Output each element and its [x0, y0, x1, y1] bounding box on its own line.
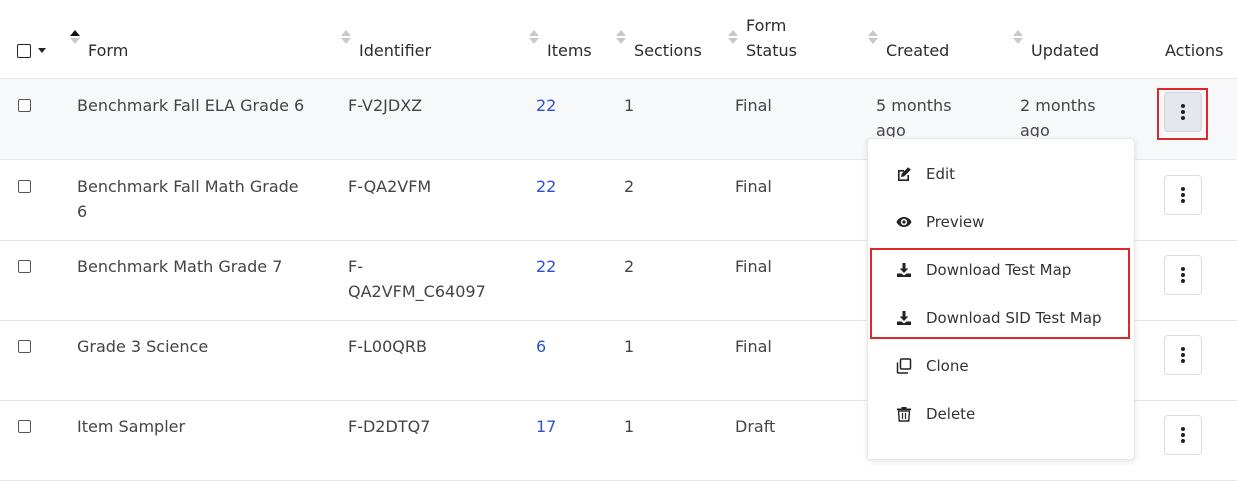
items-count-link[interactable]: 22 — [536, 254, 556, 279]
edit-icon — [898, 167, 911, 181]
updated-date: 2 months ago — [1020, 96, 1096, 137]
row-actions-button[interactable] — [1164, 335, 1202, 375]
row-actions-button[interactable] — [1164, 255, 1202, 295]
column-header-items[interactable]: Items — [547, 38, 592, 63]
select-all-checkbox[interactable] — [17, 44, 31, 58]
row-checkbox[interactable] — [18, 340, 31, 353]
row-checkbox[interactable] — [18, 180, 31, 193]
form-status: Final — [735, 177, 772, 196]
items-count-link[interactable]: 22 — [536, 93, 556, 118]
form-name: Benchmark Fall ELA Grade 6 — [77, 96, 305, 115]
row-actions-button[interactable] — [1164, 415, 1202, 455]
sort-identifier-icon[interactable] — [341, 30, 351, 44]
column-header-identifier[interactable]: Identifier — [359, 38, 431, 63]
row-checkbox[interactable] — [18, 260, 31, 273]
column-header-form[interactable]: Form — [88, 38, 128, 63]
sort-form-icon[interactable] — [70, 30, 80, 44]
items-count-link[interactable]: 17 — [536, 414, 556, 439]
items-count-link[interactable]: 6 — [536, 334, 546, 359]
form-status: Draft — [735, 417, 776, 436]
form-name: Item Sampler — [77, 417, 186, 436]
table-header: Form Identifier Items Sections Form Stat… — [0, 0, 1237, 79]
eye-icon — [896, 217, 912, 227]
copy-icon — [896, 358, 912, 374]
row-checkbox[interactable] — [18, 420, 31, 433]
kebab-icon — [1181, 187, 1185, 203]
sort-created-icon[interactable] — [868, 30, 878, 44]
sections-count: 1 — [624, 417, 635, 436]
kebab-icon — [1181, 347, 1185, 363]
highlight-box-actions — [1157, 88, 1208, 140]
row-checkbox[interactable] — [18, 99, 31, 112]
column-header-actions: Actions — [1165, 41, 1224, 60]
sections-count: 2 — [624, 177, 635, 196]
column-header-form-status[interactable]: Form Status — [746, 13, 797, 63]
column-header-created[interactable]: Created — [886, 38, 949, 63]
form-name: Benchmark Math Grade 7 — [77, 257, 283, 276]
created-date: 5 months ago — [876, 96, 952, 137]
items-count-link[interactable]: 22 — [536, 174, 556, 199]
column-header-updated[interactable]: Updated — [1031, 38, 1099, 63]
sort-form-status-icon[interactable] — [728, 30, 738, 44]
trash-icon — [897, 407, 911, 422]
form-status: Final — [735, 257, 772, 276]
form-status: Final — [735, 96, 772, 115]
kebab-icon — [1181, 267, 1185, 283]
sort-items-icon[interactable] — [529, 30, 539, 44]
form-identifier: F-QA2VFM — [348, 177, 432, 196]
sections-count: 2 — [624, 257, 635, 276]
sections-count: 1 — [624, 337, 635, 356]
highlight-box-download-options — [870, 248, 1130, 339]
form-status: Final — [735, 337, 772, 356]
column-header-sections[interactable]: Sections — [634, 38, 702, 63]
sort-sections-icon[interactable] — [616, 30, 626, 44]
form-identifier: F- QA2VFM_C64097 — [348, 257, 486, 301]
sections-count: 1 — [624, 96, 635, 115]
sort-updated-icon[interactable] — [1013, 30, 1023, 44]
row-actions-button[interactable] — [1164, 175, 1202, 215]
form-name: Benchmark Fall Math Grade 6 — [77, 177, 299, 221]
form-identifier: F-L00QRB — [348, 337, 427, 356]
form-identifier: F-V2JDXZ — [348, 96, 423, 115]
select-menu-caret-icon[interactable] — [38, 48, 46, 53]
form-identifier: F-D2DTQ7 — [348, 417, 431, 436]
form-name: Grade 3 Science — [77, 337, 209, 356]
